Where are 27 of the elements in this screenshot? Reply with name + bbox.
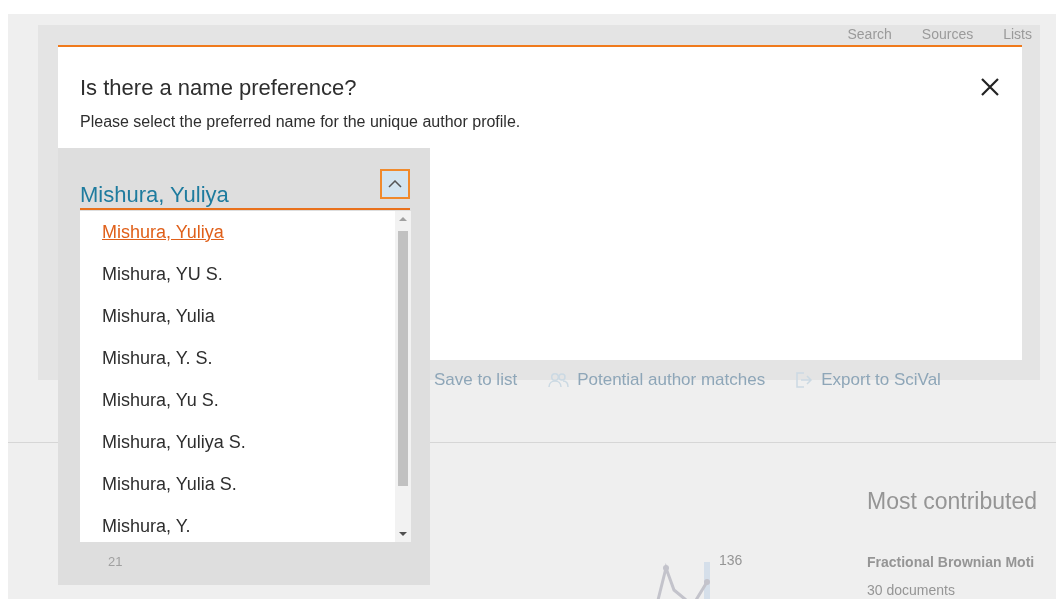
- collapse-button[interactable]: [380, 169, 410, 199]
- section-heading: Most contributed: [867, 488, 1038, 515]
- name-option[interactable]: Mishura, Yulia: [80, 295, 395, 337]
- chart-drawing: [656, 562, 710, 599]
- document-count: 30 documents: [867, 582, 955, 598]
- scrollbar[interactable]: [395, 211, 411, 542]
- name-option[interactable]: Mishura, Y. S.: [80, 337, 395, 379]
- nav-link[interactable]: Lists: [1003, 26, 1032, 43]
- toolbar-link[interactable]: Save to list: [434, 370, 518, 390]
- name-option[interactable]: Mishura, Yu S.: [80, 379, 395, 421]
- dialog-subtitle: Please select the preferred name for the unique author profile.: [80, 113, 521, 131]
- name-option[interactable]: Mishura, YU S.: [80, 253, 395, 295]
- chart-value-label: 136: [719, 552, 743, 568]
- axis-label: 21: [108, 554, 123, 569]
- people-icon: [547, 372, 570, 388]
- nav-link[interactable]: Search: [847, 26, 892, 43]
- name-option[interactable]: Mishura, Yulia S.: [80, 463, 395, 505]
- name-option[interactable]: Mishura, Yuliya S.: [80, 421, 395, 463]
- export-icon: [795, 371, 814, 389]
- name-option[interactable]: Mishura, Yuliya: [80, 211, 395, 253]
- nav-link[interactable]: Sources: [921, 26, 974, 43]
- caret-up-icon: [388, 180, 402, 188]
- name-option[interactable]: Mishura, Y.: [80, 505, 395, 542]
- toolbar-link[interactable]: Export to SciVal: [821, 370, 941, 390]
- toolbar-link[interactable]: Potential author matches: [577, 370, 766, 390]
- document-title[interactable]: Fractional Brownian Moti: [867, 554, 1035, 570]
- dialog-title: Is there a name preference?: [80, 75, 357, 101]
